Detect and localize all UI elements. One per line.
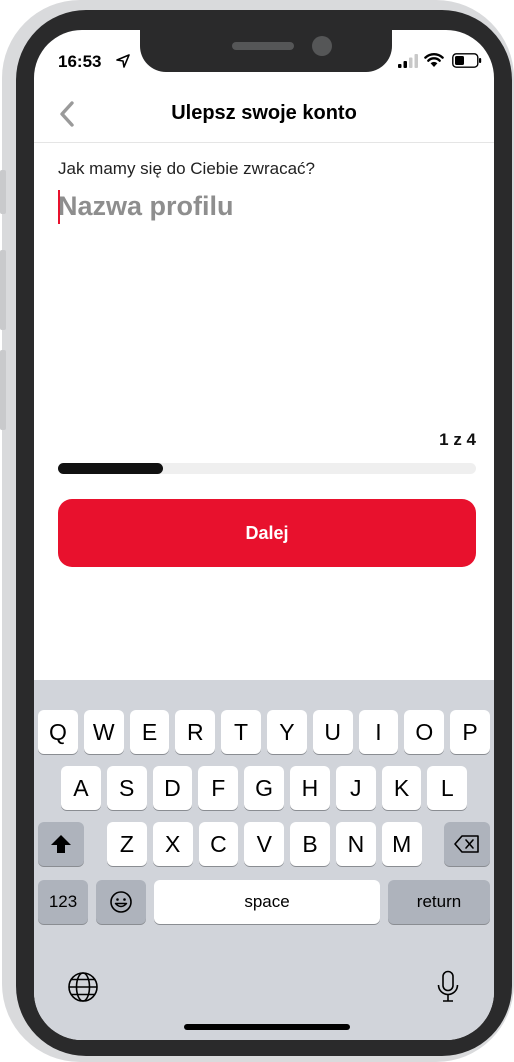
key-j[interactable]: J	[335, 766, 376, 810]
key-t[interactable]: T	[221, 710, 261, 754]
key-label: B	[302, 830, 318, 857]
key-y[interactable]: Y	[267, 710, 307, 754]
backspace-key[interactable]	[444, 822, 490, 866]
volume-down-button	[0, 350, 6, 430]
key-label: S	[119, 774, 135, 801]
globe-icon[interactable]	[66, 970, 100, 1004]
key-x[interactable]: X	[152, 822, 193, 866]
key-label: V	[256, 830, 272, 857]
key-a[interactable]: A	[61, 766, 101, 810]
key-f[interactable]: F	[198, 766, 239, 810]
camera	[312, 36, 332, 56]
numbers-key-label: 123	[48, 892, 78, 911]
return-key[interactable]: return	[388, 880, 490, 924]
key-i[interactable]: I	[358, 710, 399, 754]
step-counter: 1 z 4	[439, 430, 476, 449]
next-button[interactable]: Dalej	[58, 499, 476, 567]
key-label: J	[349, 774, 362, 801]
key-v[interactable]: V	[244, 822, 285, 866]
page-title: Ulepsz swoje konto	[171, 102, 357, 124]
key-label: F	[211, 774, 226, 801]
key-r[interactable]: R	[175, 710, 216, 754]
shift-key[interactable]	[38, 822, 84, 866]
key-u[interactable]: U	[312, 710, 353, 754]
shift-arrow-icon	[51, 835, 71, 853]
key-label: Z	[119, 830, 134, 857]
space-key-label: space	[244, 892, 290, 911]
emoji-key[interactable]	[96, 880, 146, 924]
key-label: R	[186, 718, 204, 745]
key-label: E	[141, 718, 158, 745]
mute-switch	[0, 170, 6, 214]
notch	[140, 30, 392, 72]
key-label: T	[234, 718, 249, 745]
key-label: X	[165, 830, 181, 857]
microphone-icon[interactable]	[436, 970, 460, 1006]
volume-up-button	[0, 250, 6, 330]
key-b[interactable]: B	[290, 822, 330, 866]
key-k[interactable]: K	[381, 766, 422, 810]
text-cursor	[58, 190, 60, 224]
key-label: K	[393, 774, 410, 801]
key-w[interactable]: W	[83, 710, 124, 754]
key-label: G	[255, 774, 274, 801]
progress-bar	[58, 463, 476, 474]
key-c[interactable]: C	[198, 822, 239, 866]
key-label: W	[92, 718, 115, 745]
home-indicator[interactable]	[184, 1024, 350, 1030]
key-n[interactable]: N	[336, 822, 376, 866]
key-label: P	[462, 718, 478, 745]
key-g[interactable]: G	[244, 766, 284, 810]
keyboard: QWE R T Y U I O P A S D F GH J K L Z X C V B NM 123 space r…	[34, 680, 494, 1040]
key-z[interactable]: Z	[107, 822, 147, 866]
key-label: L	[440, 774, 454, 801]
key-s[interactable]: S	[106, 766, 147, 810]
key-label: D	[164, 774, 181, 801]
numbers-key[interactable]: 123	[38, 880, 88, 924]
key-h[interactable]: H	[290, 766, 330, 810]
header-divider	[34, 142, 494, 143]
wifi-icon	[424, 53, 444, 67]
battery-icon	[452, 53, 482, 68]
location-arrow-icon	[116, 54, 130, 68]
question-label: Jak mamy się do Ciebie zwracać?	[58, 159, 315, 178]
key-p[interactable]: P	[450, 710, 490, 754]
profile-name-input[interactable]	[58, 186, 468, 226]
delete-icon	[454, 835, 479, 853]
key-label: C	[210, 830, 227, 857]
key-label: Q	[48, 718, 67, 745]
status-time: 16:53	[58, 52, 102, 71]
return-key-label: return	[416, 892, 462, 911]
key-label: H	[301, 774, 319, 801]
key-label: O	[415, 718, 434, 745]
key-o[interactable]: O	[404, 710, 445, 754]
key-label: I	[375, 718, 382, 745]
speaker	[232, 42, 294, 50]
key-m[interactable]: M	[381, 822, 422, 866]
emoji-icon	[110, 891, 132, 913]
key-label: Y	[279, 718, 295, 745]
progress-bar-fill	[58, 463, 163, 474]
cellular-signal-icon	[398, 54, 418, 68]
space-key[interactable]: space	[154, 880, 380, 924]
key-label: N	[347, 830, 365, 857]
key-d[interactable]: D	[152, 766, 193, 810]
key-l[interactable]: L	[427, 766, 468, 810]
phone-screen: 16:53 Ulepsz swoje konto Jak mamy się do…	[34, 30, 494, 1040]
key-label: U	[324, 718, 341, 745]
key-label: A	[73, 774, 89, 801]
key-q[interactable]: Q	[38, 710, 78, 754]
key-label: M	[392, 830, 412, 857]
key-e[interactable]: E	[129, 710, 170, 754]
